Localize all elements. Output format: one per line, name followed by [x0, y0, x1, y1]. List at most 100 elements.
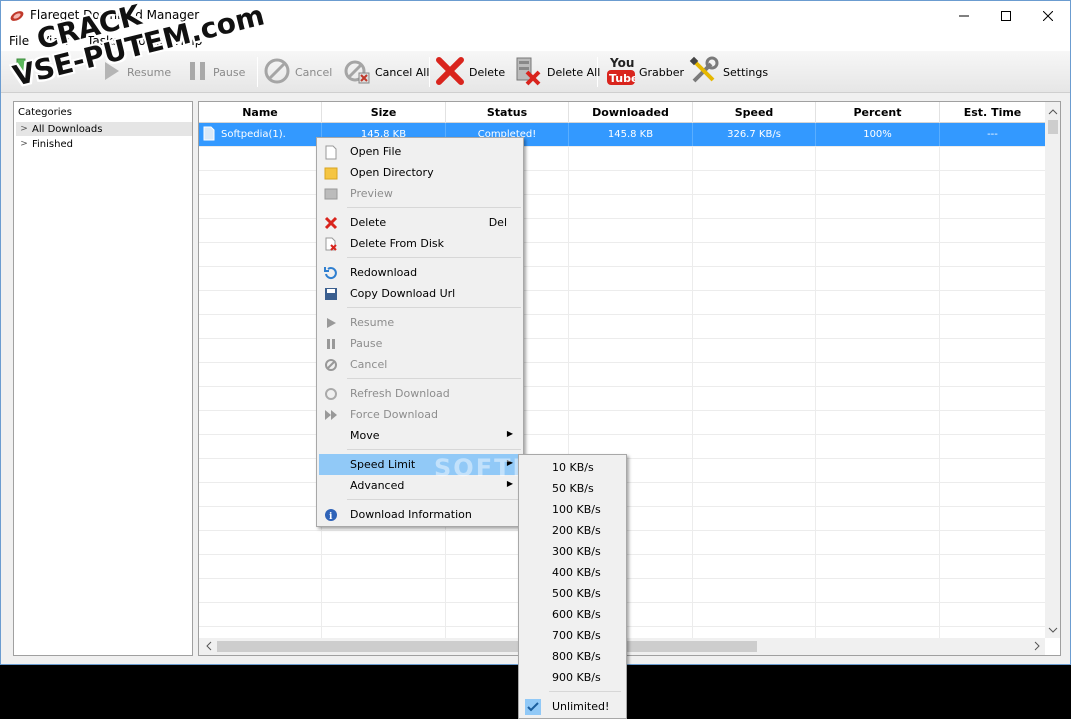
resume-button[interactable]: Resume	[101, 54, 171, 90]
toolbar: Resume Pause Cancel Cancel All Delete De…	[1, 51, 1070, 93]
ctx-label: Speed Limit	[350, 458, 416, 471]
speed-option[interactable]: 400 KB/s	[521, 562, 624, 583]
speed-option[interactable]: 300 KB/s	[521, 541, 624, 562]
minimize-button[interactable]	[941, 1, 987, 31]
delete-button[interactable]: Delete	[435, 54, 505, 90]
add-download-button[interactable]	[9, 54, 37, 90]
settings-label: Settings	[723, 65, 769, 79]
ctx-refresh-download[interactable]: Refresh Download	[319, 383, 521, 404]
youtube-grabber-button[interactable]: You Tube Grabber	[607, 54, 684, 90]
speed-option[interactable]: 10 KB/s	[521, 457, 624, 478]
empty-cell	[322, 531, 446, 554]
ctx-preview[interactable]: Preview	[319, 183, 521, 204]
empty-cell	[199, 411, 322, 434]
empty-cell	[693, 435, 816, 458]
pause-button[interactable]: Pause	[187, 54, 245, 90]
ctx-label: Preview	[350, 187, 393, 200]
cancel-all-button[interactable]: Cancel All	[343, 54, 429, 90]
menu-view[interactable]: View	[41, 34, 69, 48]
close-button[interactable]	[1025, 1, 1070, 31]
toolbar-separator	[257, 57, 258, 87]
toolbar-separator	[429, 57, 430, 87]
ctx-separator	[549, 691, 621, 692]
speed-option[interactable]: 200 KB/s	[521, 520, 624, 541]
column-downloaded[interactable]: Downloaded	[569, 102, 693, 123]
ctx-label: Advanced	[350, 479, 405, 492]
column-percent[interactable]: Percent	[816, 102, 940, 123]
vertical-scrollbar[interactable]	[1045, 102, 1060, 638]
empty-cell	[816, 243, 940, 266]
chevron-right-icon[interactable]: >	[16, 139, 32, 149]
speed-option[interactable]: 600 KB/s	[521, 604, 624, 625]
empty-cell	[940, 219, 1045, 242]
ctx-label: Copy Download Url	[350, 287, 456, 300]
resume-icon	[101, 59, 127, 86]
ctx-delete[interactable]: Delete Del	[319, 212, 521, 233]
empty-cell	[199, 507, 322, 530]
empty-cell	[322, 603, 446, 626]
column-est-time[interactable]: Est. Time	[940, 102, 1045, 123]
column-status[interactable]: Status	[446, 102, 569, 123]
empty-cell	[940, 339, 1045, 362]
menu-help[interactable]: Help	[175, 34, 202, 48]
speed-option-label: 700 KB/s	[552, 629, 601, 642]
speed-option[interactable]: 100 KB/s	[521, 499, 624, 520]
empty-cell	[322, 555, 446, 578]
svg-text:You: You	[609, 56, 634, 70]
ctx-force-download[interactable]: Force Download	[319, 404, 521, 425]
ctx-resume[interactable]: Resume	[319, 312, 521, 333]
categories-header: Categories	[18, 107, 72, 118]
menu-tools[interactable]: Tools	[133, 34, 163, 48]
preview-icon	[323, 186, 339, 202]
empty-cell	[940, 555, 1045, 578]
speed-option[interactable]: 800 KB/s	[521, 646, 624, 667]
ctx-copy-url[interactable]: Copy Download Url	[319, 283, 521, 304]
empty-cell	[199, 531, 322, 554]
sidebar-item-all-downloads[interactable]: > All Downloads	[16, 122, 192, 136]
delete-all-button[interactable]: Delete All	[513, 54, 600, 90]
empty-cell	[199, 579, 322, 602]
empty-cell	[816, 171, 940, 194]
row-speed-cell: 326.7 KB/s	[693, 123, 816, 146]
file-icon	[323, 144, 339, 160]
empty-cell	[199, 315, 322, 338]
cancel-all-icon	[343, 57, 375, 88]
speed-option[interactable]: 700 KB/s	[521, 625, 624, 646]
pause-icon	[323, 336, 339, 352]
empty-cell	[569, 339, 693, 362]
column-speed[interactable]: Speed	[693, 102, 816, 123]
empty-cell	[199, 435, 322, 458]
sidebar-item-finished[interactable]: > Finished	[16, 137, 192, 151]
title-bar[interactable]: Flareget Download Manager	[1, 1, 1070, 31]
maximize-button[interactable]	[983, 1, 1029, 31]
ctx-cancel[interactable]: Cancel	[319, 354, 521, 375]
speed-option[interactable]: 900 KB/s	[521, 667, 624, 688]
empty-cell	[940, 147, 1045, 170]
cancel-button[interactable]: Cancel	[263, 54, 332, 90]
table-header: Name Size Status Downloaded Speed Percen…	[199, 102, 1045, 123]
ctx-open-file[interactable]: Open File	[319, 141, 521, 162]
speed-option[interactable]: 500 KB/s	[521, 583, 624, 604]
column-size[interactable]: Size	[322, 102, 446, 123]
speed-option[interactable]: 50 KB/s	[521, 478, 624, 499]
ctx-pause[interactable]: Pause	[319, 333, 521, 354]
ctx-delete-from-disk[interactable]: Delete From Disk	[319, 233, 521, 254]
horizontal-scroll-thumb[interactable]	[217, 641, 757, 652]
menu-tasks[interactable]: Tasks	[87, 34, 119, 48]
column-name[interactable]: Name	[199, 102, 322, 123]
settings-button[interactable]: Settings	[689, 54, 768, 90]
delete-label: Delete	[469, 65, 506, 79]
chevron-right-icon[interactable]: >	[16, 124, 32, 134]
empty-cell	[940, 579, 1045, 602]
ctx-move[interactable]: Move ▶	[319, 425, 521, 446]
menu-file[interactable]: File	[9, 34, 29, 48]
empty-cell	[569, 267, 693, 290]
speed-option-unlimited[interactable]: Unlimited!	[521, 696, 624, 717]
empty-cell	[693, 147, 816, 170]
ctx-redownload[interactable]: Redownload	[319, 262, 521, 283]
cancel-icon	[263, 57, 295, 88]
vertical-scroll-thumb[interactable]	[1048, 120, 1058, 134]
ctx-open-directory[interactable]: Open Directory	[319, 162, 521, 183]
ctx-download-information[interactable]: i Download Information	[319, 504, 521, 525]
empty-cell	[569, 387, 693, 410]
